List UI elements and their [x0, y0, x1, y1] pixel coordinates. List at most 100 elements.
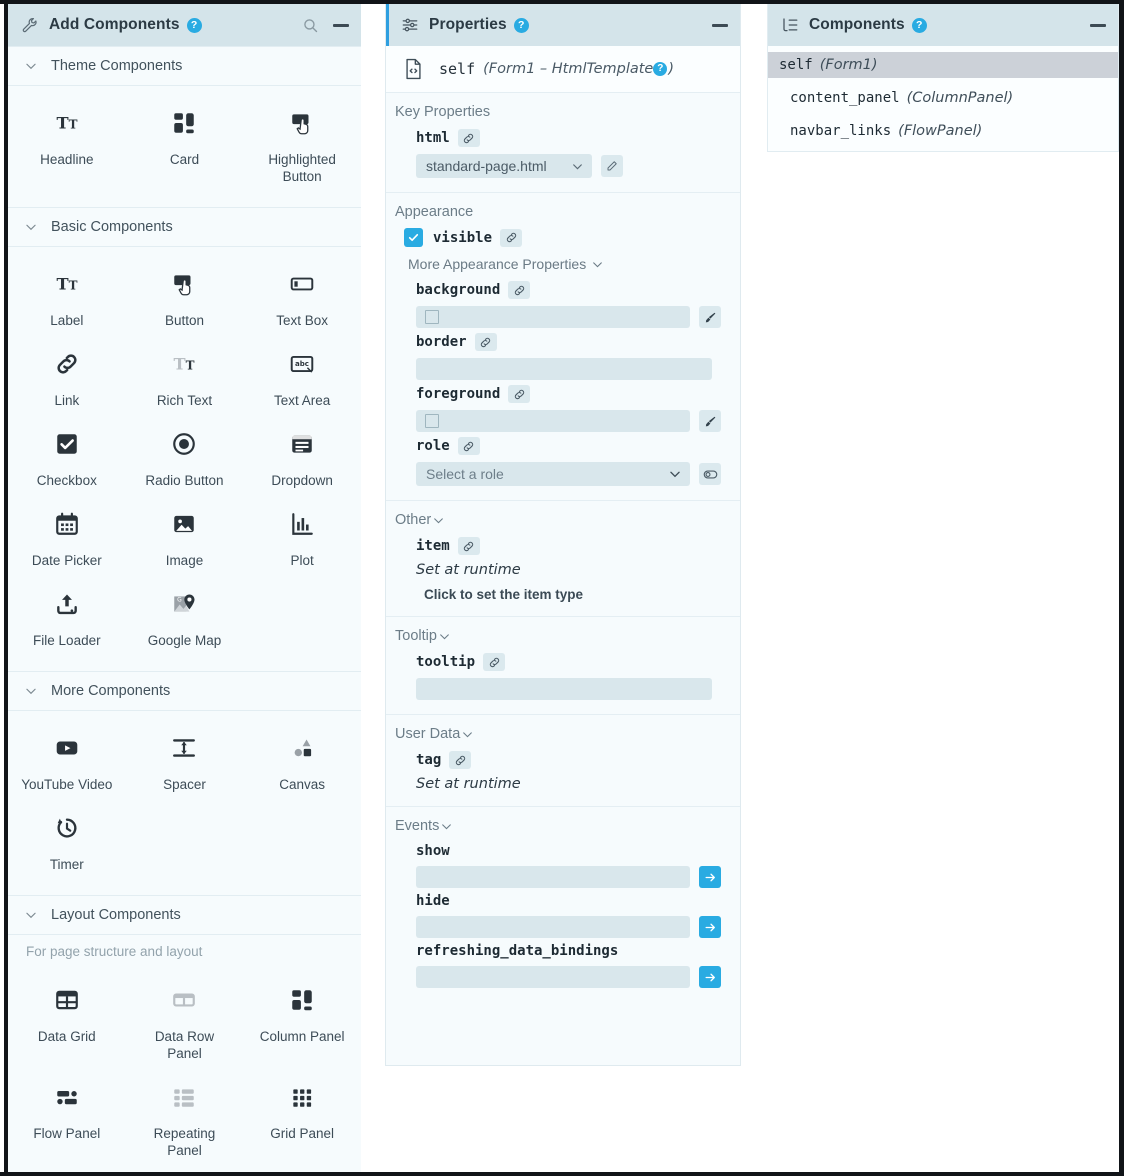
component-item-plot[interactable]: Plot — [243, 501, 361, 581]
component-item-card[interactable]: Card — [126, 100, 244, 197]
component-item-file-loader[interactable]: File Loader — [8, 581, 126, 661]
component-item-dropdown[interactable]: Dropdown — [243, 421, 361, 501]
section-title-events[interactable]: Events — [386, 816, 740, 838]
component-item-label: Button — [164, 313, 204, 328]
image-icon — [171, 507, 197, 541]
tree-item-self[interactable]: self (Form1) — [768, 52, 1118, 78]
chevron-down-icon — [432, 514, 445, 527]
data-row-panel-icon — [171, 983, 197, 1017]
component-item-button[interactable]: Button — [126, 261, 244, 341]
minimize-icon[interactable] — [333, 23, 349, 27]
property-foreground: foreground — [386, 380, 740, 432]
component-item-label: Timer — [49, 857, 84, 872]
background-input[interactable] — [416, 306, 690, 328]
tree-item-content_panel[interactable]: content_panel (ColumnPanel) — [768, 85, 1118, 111]
more-appearance-properties-link[interactable]: More Appearance Properties — [408, 256, 740, 272]
event-input[interactable] — [416, 966, 690, 988]
link-chain-icon[interactable] — [457, 537, 480, 555]
link-chain-icon[interactable] — [474, 333, 497, 351]
component-item-grid-panel[interactable]: Grid Panel — [243, 1074, 361, 1171]
search-icon[interactable] — [302, 17, 319, 34]
data-grid-icon — [54, 983, 80, 1017]
foreground-brush-button[interactable] — [699, 410, 721, 432]
component-item-headline[interactable]: TT Headline — [8, 100, 126, 197]
role-toggle-button[interactable] — [699, 463, 721, 485]
component-item-date-picker[interactable]: Date Picker — [8, 501, 126, 581]
component-item-flow-panel[interactable]: Flow Panel — [8, 1074, 126, 1171]
component-item-text-area[interactable]: abc Text Area — [243, 341, 361, 421]
help-icon[interactable]: ? — [186, 17, 202, 33]
component-item-column-panel[interactable]: Column Panel — [243, 977, 361, 1074]
event-goto-button[interactable] — [699, 916, 721, 938]
event-goto-button[interactable] — [699, 966, 721, 988]
section-title-user-data[interactable]: User Data — [386, 724, 740, 746]
color-swatch-icon[interactable] — [425, 310, 439, 324]
brush-icon — [704, 311, 717, 324]
chevron-down-icon — [591, 258, 604, 271]
section-header-theme-components[interactable]: Theme Components — [8, 46, 361, 86]
event-input[interactable] — [416, 916, 690, 938]
section-title-other[interactable]: Other — [386, 510, 740, 532]
background-brush-button[interactable] — [699, 306, 721, 328]
html-select[interactable]: standard-page.html — [416, 154, 592, 178]
role-value-row: Select a role — [416, 462, 740, 486]
help-icon[interactable]: ? — [513, 17, 529, 33]
component-item-rich-text[interactable]: TT Rich Text — [126, 341, 244, 421]
link-chain-icon[interactable] — [508, 385, 531, 403]
component-item-label[interactable]: TT Label — [8, 261, 126, 341]
component-item-timer[interactable]: Timer — [8, 805, 126, 885]
link-chain-icon[interactable] — [508, 281, 531, 299]
selected-object-row[interactable]: self (Form1 – HtmlTemplate ? ) — [386, 46, 740, 93]
component-item-checkbox[interactable]: Checkbox — [8, 421, 126, 501]
section-header-basic-components[interactable]: Basic Components — [8, 207, 361, 247]
event-row-show: show — [386, 838, 740, 888]
component-item-linear-panel[interactable]: Linear Panel — [8, 1171, 126, 1172]
component-item-link[interactable]: Link — [8, 341, 126, 421]
tooltip-input[interactable] — [416, 678, 712, 700]
component-item-data-grid[interactable]: Data Grid — [8, 977, 126, 1074]
component-item-spacer[interactable]: Spacer — [126, 725, 244, 805]
visible-checkbox[interactable] — [404, 228, 423, 247]
event-label: refreshing_data_bindings — [416, 943, 619, 959]
component-item-xy-panel[interactable]: XY Panel — [126, 1171, 244, 1172]
component-item-google-map[interactable]: G Google Map — [126, 581, 244, 661]
section-header-layout-components[interactable]: Layout Components — [8, 895, 361, 935]
component-item-repeating-panel[interactable]: Repeating Panel — [126, 1074, 244, 1171]
section-title-tooltip[interactable]: Tooltip — [386, 626, 740, 648]
property-html: html standard-page.html — [386, 124, 740, 178]
event-goto-button[interactable] — [699, 866, 721, 888]
property-label-row: html — [416, 129, 740, 147]
link-chain-icon[interactable] — [449, 751, 472, 769]
minimize-icon[interactable] — [712, 23, 728, 27]
color-swatch-icon[interactable] — [425, 414, 439, 428]
link-chain-icon[interactable] — [457, 129, 480, 147]
role-select[interactable]: Select a role — [416, 462, 690, 486]
help-icon[interactable]: ? — [653, 62, 668, 76]
component-item-highlighted-button[interactable]: Highlighted Button — [243, 100, 361, 197]
component-item-text-box[interactable]: Text Box — [243, 261, 361, 341]
event-input[interactable] — [416, 866, 690, 888]
component-item-canvas[interactable]: Canvas — [243, 725, 361, 805]
upload-icon — [54, 587, 80, 621]
section-label: Basic Components — [51, 219, 173, 235]
component-item-label: Label — [50, 313, 84, 328]
minimize-icon[interactable] — [1090, 23, 1106, 27]
html-edit-button[interactable] — [601, 155, 623, 177]
help-icon[interactable]: ? — [911, 17, 927, 33]
link-chain-icon[interactable] — [457, 437, 480, 455]
component-item-radio-button[interactable]: Radio Button — [126, 421, 244, 501]
item-type-hint[interactable]: Click to set the item type — [416, 587, 740, 602]
property-label-row: role — [416, 437, 740, 455]
grid-panel-icon — [289, 1080, 315, 1114]
component-item-youtube-video[interactable]: YouTube Video — [8, 725, 126, 805]
link-chain-icon[interactable] — [500, 228, 523, 247]
tree-item-navbar_links[interactable]: navbar_links (FlowPanel) — [768, 118, 1118, 144]
border-input[interactable] — [416, 358, 712, 380]
section-header-more-components[interactable]: More Components — [8, 671, 361, 711]
component-item-image[interactable]: Image — [126, 501, 244, 581]
link-chain-icon[interactable] — [483, 653, 506, 671]
component-item-data-row-panel[interactable]: Data Row Panel — [126, 977, 244, 1074]
role-placeholder: Select a role — [426, 466, 504, 482]
component-item-label: Plot — [290, 553, 314, 568]
foreground-input[interactable] — [416, 410, 690, 432]
